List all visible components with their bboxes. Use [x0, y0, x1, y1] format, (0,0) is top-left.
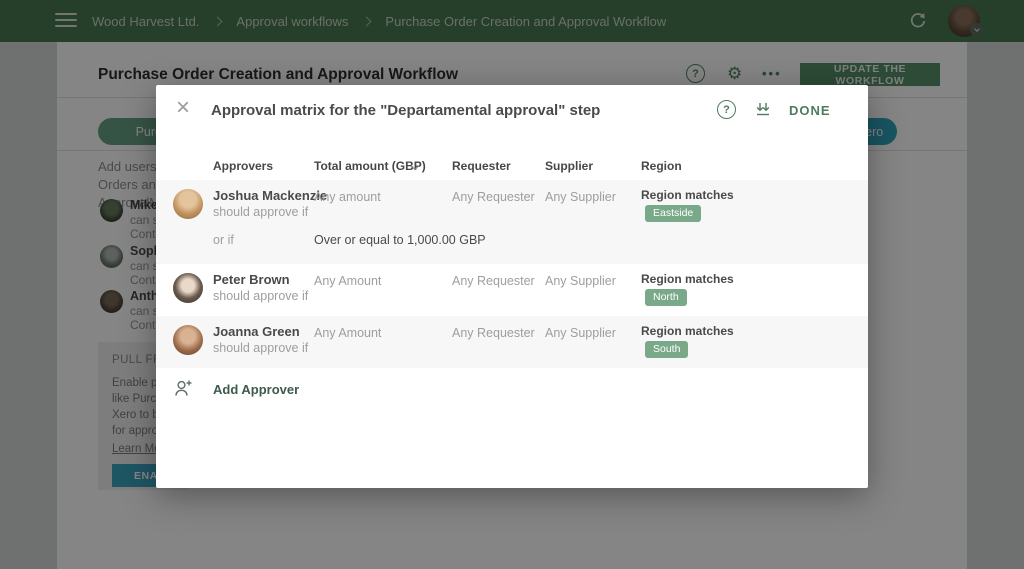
amount-rule: Any Amount — [314, 326, 381, 340]
region-rule-label: Region matches — [641, 188, 734, 202]
column-header-supplier: Supplier — [545, 159, 593, 173]
requester-rule: Any Requester — [452, 326, 535, 340]
close-icon[interactable]: × — [176, 94, 190, 122]
approver-condition: should approve if — [213, 205, 308, 219]
amount-rule: Any amount — [314, 190, 381, 204]
column-header-requester: Requester — [452, 159, 511, 173]
copy-down-icon[interactable] — [755, 102, 771, 122]
column-header-region: Region — [641, 159, 682, 173]
amount-rule: Any Amount — [314, 274, 381, 288]
avatar — [173, 325, 203, 355]
requester-rule: Any Requester — [452, 190, 535, 204]
add-approver-label: Add Approver — [213, 382, 299, 397]
done-button[interactable]: DONE — [789, 103, 831, 118]
avatar — [173, 273, 203, 303]
or-if-label: or if — [213, 233, 234, 247]
region-badge: North — [645, 289, 687, 306]
requester-rule: Any Requester — [452, 274, 535, 288]
column-header-approvers: Approvers — [213, 159, 273, 173]
approval-matrix-modal: × Approval matrix for the "Departamental… — [156, 85, 868, 488]
supplier-rule: Any Supplier — [545, 326, 616, 340]
approver-name: Peter Brown — [213, 272, 290, 287]
help-icon[interactable]: ? — [717, 100, 736, 119]
approver-condition: should approve if — [213, 289, 308, 303]
column-header-total-amount[interactable]: Total amount (GBP) — [314, 159, 426, 173]
approver-condition: should approve if — [213, 341, 308, 355]
modal-title: Approval matrix for the "Departamental a… — [211, 102, 600, 119]
add-user-icon — [173, 377, 195, 404]
avatar — [173, 189, 203, 219]
add-approver-button[interactable]: Add Approver — [156, 368, 868, 414]
region-rule-label: Region matches — [641, 272, 734, 286]
supplier-rule: Any Supplier — [545, 274, 616, 288]
screen: Wood Harvest Ltd. Approval workflows Pur… — [0, 0, 1024, 569]
region-rule-label: Region matches — [641, 324, 734, 338]
supplier-rule: Any Supplier — [545, 190, 616, 204]
approver-name: Joshua Mackenzie — [213, 188, 327, 203]
region-badge: South — [645, 341, 688, 358]
region-badge: Eastside — [645, 205, 701, 222]
approver-name: Joanna Green — [213, 324, 300, 339]
amount-threshold-rule: Over or equal to 1,000.00 GBP — [314, 233, 486, 247]
